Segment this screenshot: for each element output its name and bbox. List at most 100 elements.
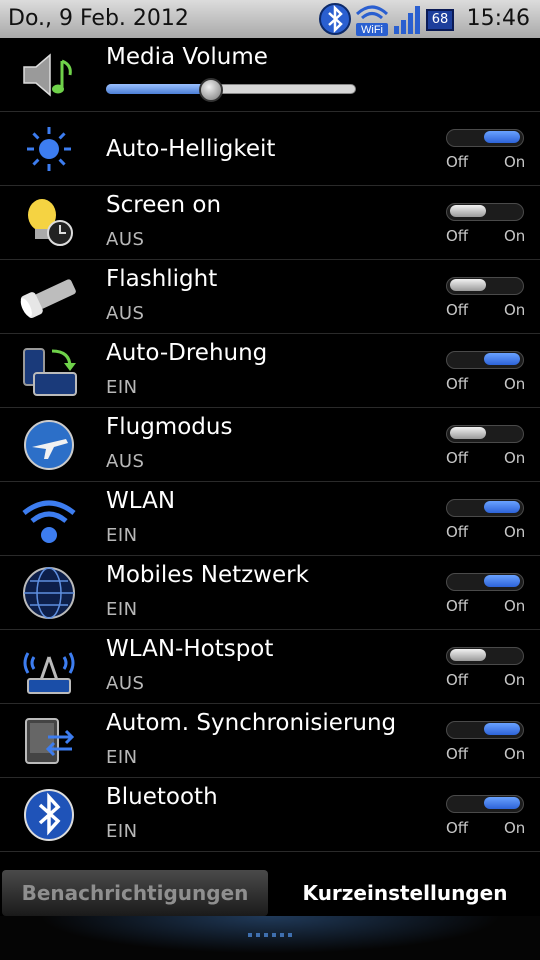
- toggle-off-label: Off: [446, 671, 469, 689]
- toggle-off-label: Off: [446, 745, 469, 763]
- setting-status: EIN: [106, 525, 138, 546]
- status-time: 15:46: [466, 6, 530, 31]
- bulb-clock-icon: [28, 199, 73, 246]
- brightness-icon: [27, 127, 71, 171]
- toggle-knob[interactable]: [484, 575, 520, 587]
- setting-toggle[interactable]: Off On: [446, 351, 525, 393]
- wifi-icon: WiFi: [355, 5, 389, 36]
- rotation-icon: [23, 348, 77, 396]
- setting-label: WLAN: [106, 488, 176, 514]
- hotspot-icon: [23, 652, 75, 694]
- setting-status: AUS: [106, 229, 145, 250]
- setting-status: EIN: [106, 377, 138, 398]
- toggle-knob[interactable]: [450, 649, 486, 661]
- setting-row[interactable]: Mobiles Netzwerk EIN Off On: [0, 556, 540, 630]
- setting-row[interactable]: WLAN EIN Off On: [0, 482, 540, 556]
- toggle-off-label: Off: [446, 597, 469, 615]
- toggle-on-label: On: [504, 227, 526, 245]
- toggle-on-label: On: [504, 301, 526, 319]
- setting-toggle[interactable]: Off On: [446, 425, 525, 467]
- setting-toggle[interactable]: Off On: [446, 277, 525, 319]
- status-date: Do., 9 Feb. 2012: [8, 6, 189, 31]
- bluetooth-icon: [319, 3, 351, 35]
- status-icons: WiFi 68: [318, 2, 458, 36]
- toggle-on-label: On: [504, 597, 526, 615]
- setting-status: AUS: [106, 673, 145, 694]
- battery-level: 68: [431, 12, 449, 27]
- toggle-knob[interactable]: [484, 131, 520, 143]
- toggle-knob[interactable]: [484, 797, 520, 809]
- quick-settings-list: Media Volume Auto-Helligkeit Off On Scre…: [0, 38, 540, 852]
- setting-label: WLAN-Hotspot: [106, 636, 274, 662]
- setting-toggle[interactable]: Off On: [446, 129, 525, 171]
- setting-label: Flugmodus: [106, 414, 233, 440]
- speaker-music-icon: [23, 53, 72, 97]
- slider-thumb[interactable]: [199, 78, 223, 102]
- setting-status: AUS: [106, 451, 145, 472]
- handle-dots: [246, 922, 298, 937]
- drawer-handle[interactable]: [0, 916, 540, 960]
- setting-status: EIN: [106, 599, 138, 620]
- wifi-badge-text: WiFi: [361, 24, 383, 36]
- setting-row[interactable]: Screen on AUS Off On: [0, 186, 540, 260]
- setting-toggle[interactable]: Off On: [446, 499, 525, 541]
- setting-label: Screen on: [106, 192, 222, 218]
- globe-network-icon: [23, 567, 75, 619]
- setting-status: EIN: [106, 821, 138, 842]
- setting-toggle[interactable]: Off On: [446, 795, 525, 837]
- bluetooth-icon: [24, 789, 74, 841]
- bottom-tabs: Benachrichtigungen Kurzeinstellungen: [0, 868, 540, 916]
- setting-row[interactable]: Bluetooth EIN Off On: [0, 778, 540, 852]
- sync-icon: [25, 718, 75, 764]
- setting-toggle[interactable]: Off On: [446, 203, 525, 245]
- toggle-off-label: Off: [446, 153, 469, 171]
- toggle-on-label: On: [504, 153, 526, 171]
- toggle-on-label: On: [504, 523, 526, 541]
- airplane-globe-icon: [24, 420, 74, 470]
- signal-icon: [394, 6, 420, 34]
- media-volume-label: Media Volume: [106, 44, 268, 70]
- setting-status: EIN: [106, 747, 138, 768]
- toggle-off-label: Off: [446, 449, 469, 467]
- media-volume-row: Media Volume: [0, 38, 540, 112]
- toggle-off-label: Off: [446, 523, 469, 541]
- toggle-on-label: On: [504, 819, 526, 837]
- tab-notifications[interactable]: Benachrichtigungen: [2, 870, 268, 916]
- setting-toggle[interactable]: Off On: [446, 573, 525, 615]
- toggle-off-label: Off: [446, 819, 469, 837]
- setting-status: AUS: [106, 303, 145, 324]
- toggle-knob[interactable]: [484, 353, 520, 365]
- toggle-on-label: On: [504, 745, 526, 763]
- setting-label: Bluetooth: [106, 784, 218, 810]
- battery-icon: 68: [426, 9, 454, 31]
- wifi-icon: [22, 500, 76, 543]
- setting-row[interactable]: Auto-Helligkeit Off On: [0, 112, 540, 186]
- setting-label: Flashlight: [106, 266, 218, 292]
- toggle-on-label: On: [504, 671, 526, 689]
- toggle-knob[interactable]: [450, 205, 486, 217]
- flashlight-icon: [20, 279, 76, 318]
- setting-row[interactable]: Auto-Drehung EIN Off On: [0, 334, 540, 408]
- setting-row[interactable]: WLAN-Hotspot AUS Off On: [0, 630, 540, 704]
- toggle-knob[interactable]: [484, 723, 520, 735]
- setting-toggle[interactable]: Off On: [446, 721, 525, 763]
- toggle-on-label: On: [504, 375, 526, 393]
- setting-toggle[interactable]: Off On: [446, 647, 525, 689]
- setting-label: Auto-Drehung: [106, 340, 268, 366]
- setting-row[interactable]: Flashlight AUS Off On: [0, 260, 540, 334]
- toggle-knob[interactable]: [484, 501, 520, 513]
- toggle-off-label: Off: [446, 301, 469, 319]
- setting-row[interactable]: Autom. Synchronisierung EIN Off On: [0, 704, 540, 778]
- setting-label: Mobiles Netzwerk: [106, 562, 309, 588]
- setting-label: Auto-Helligkeit: [106, 136, 276, 162]
- slider-fill: [106, 84, 211, 94]
- toggle-off-label: Off: [446, 227, 469, 245]
- status-bar: Do., 9 Feb. 2012 WiFi 68 15:46: [0, 0, 540, 38]
- toggle-knob[interactable]: [450, 427, 486, 439]
- tab-quick-settings[interactable]: Kurzeinstellungen: [272, 870, 538, 916]
- media-volume-slider[interactable]: [106, 78, 356, 102]
- setting-row[interactable]: Flugmodus AUS Off On: [0, 408, 540, 482]
- setting-label: Autom. Synchronisierung: [106, 710, 397, 736]
- toggle-off-label: Off: [446, 375, 469, 393]
- toggle-knob[interactable]: [450, 279, 486, 291]
